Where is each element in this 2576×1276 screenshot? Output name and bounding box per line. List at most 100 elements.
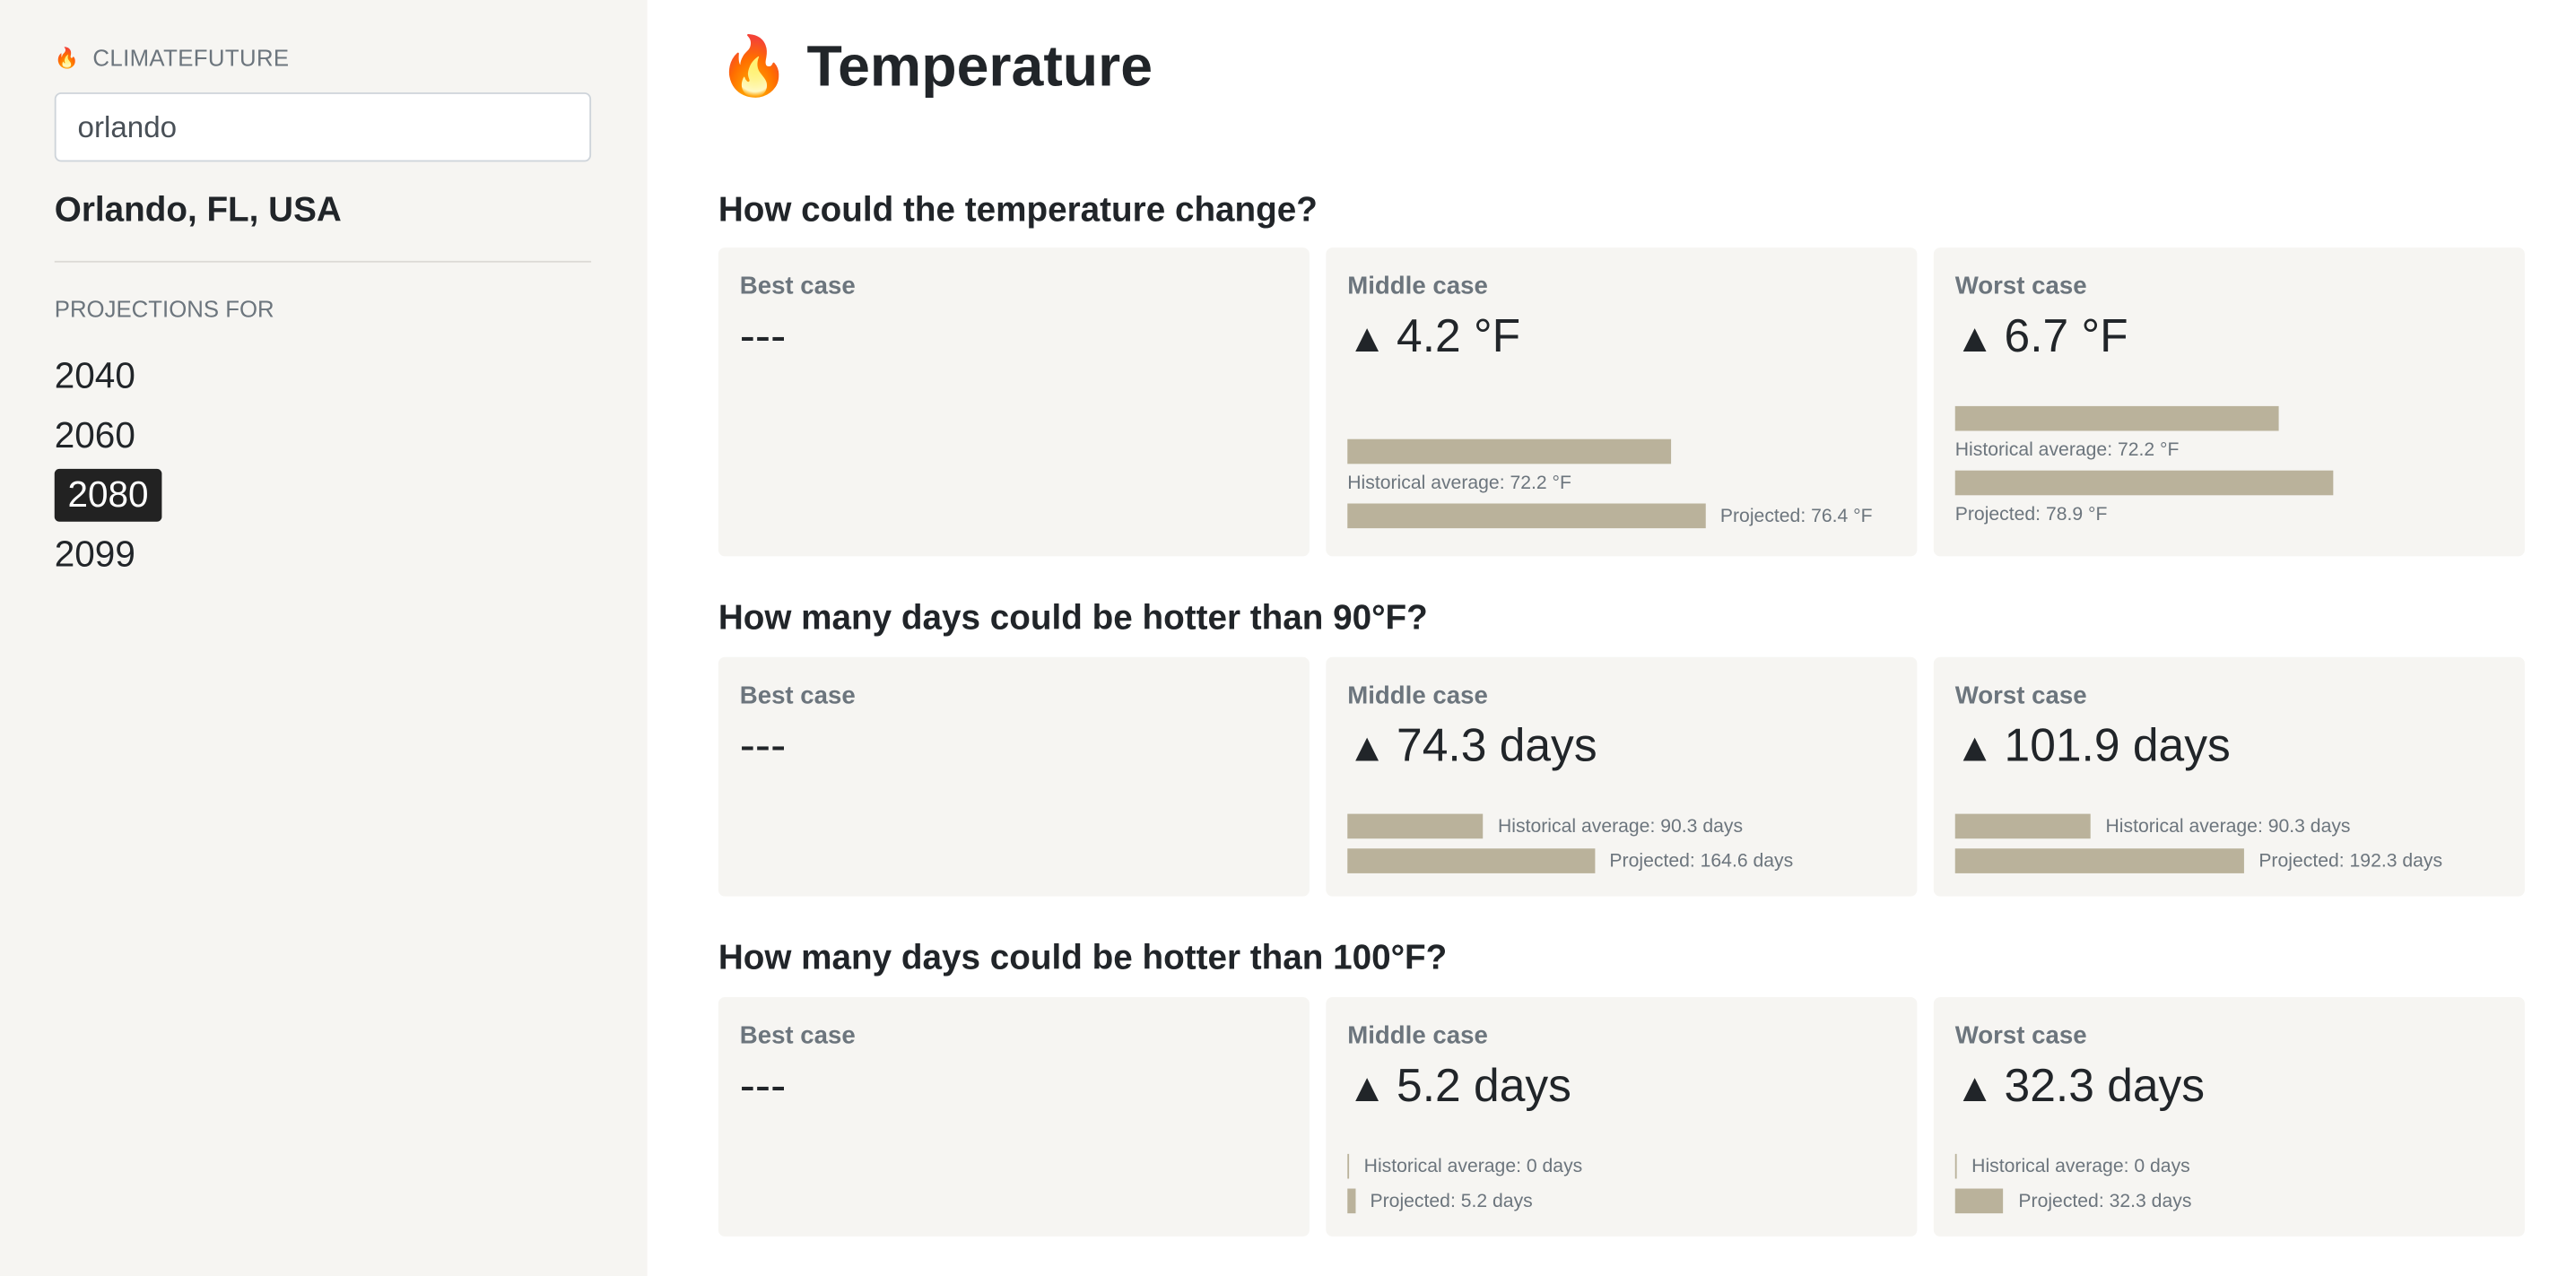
historical-bar [1347, 1153, 1350, 1179]
year-list: 2040 2060 2080 2099 [54, 350, 162, 581]
historical-bar [1954, 1153, 1957, 1179]
projected-bar [1954, 1188, 2004, 1214]
projected-label: Projected: 164.6 days [1609, 851, 1794, 872]
case-value: ▲ 4.2 °F [1347, 310, 1520, 363]
worst-case-card: Worst case ▲ 101.9 days Historical average:… [1933, 656, 2525, 897]
comparison-bars: Historical average: 72.2 °F Projected: 76… [1347, 438, 1895, 529]
comparison-bars: Historical average: 0 days Projected: 5.2… [1347, 1153, 1895, 1214]
case-label: Middle case [1347, 681, 1488, 710]
increase-triangle-icon: ▲ [1347, 1066, 1388, 1111]
divider [54, 260, 592, 263]
year-item-2099[interactable]: 2099 [55, 528, 135, 581]
projected-bar [1954, 470, 2334, 496]
case-label: Best case [739, 681, 856, 710]
case-row-days-above-100: Best case --- Middle case ▲ 5.2 days Historic… [718, 996, 2525, 1237]
year-item-2060[interactable]: 2060 [55, 410, 135, 463]
fire-icon: 🔥 [718, 34, 791, 100]
projected-bar [1954, 848, 2244, 873]
projected-label: Projected: 5.2 days [1370, 1191, 1533, 1211]
case-value-text: 101.9 days [2004, 719, 2231, 771]
projections-label: PROJECTIONS FOR [54, 295, 274, 322]
brand-name: CLIMATEFUTURE [92, 44, 290, 72]
case-label: Middle case [1347, 1021, 1488, 1050]
year-item-2040[interactable]: 2040 [55, 350, 135, 403]
projected-bar-row: Projected: 32.3 days [1954, 1188, 2503, 1214]
case-value-text: 6.7 °F [2004, 310, 2128, 362]
projected-bar-row: Projected: 164.6 days [1347, 848, 1895, 873]
page-title: 🔥 Temperature [718, 33, 1153, 100]
projected-bar-row: Projected: 5.2 days [1347, 1188, 1895, 1214]
case-value-text: 32.3 days [2004, 1059, 2206, 1111]
best-case-card: Best case --- [718, 996, 1310, 1237]
historical-label: Historical average: 72.2 °F [1347, 473, 1571, 494]
historical-label: Historical average: 90.3 days [2105, 816, 2351, 837]
case-label: Best case [739, 272, 856, 301]
location-name: Orlando, FL, USA [54, 191, 342, 230]
middle-case-card: Middle case ▲ 74.3 days Historical average:… [1326, 656, 1918, 897]
case-label: Worst case [1954, 1021, 2087, 1050]
projected-label: Projected: 78.9 °F [1954, 505, 2108, 525]
case-value: --- [740, 310, 787, 363]
page-title-text: Temperature [806, 33, 1153, 99]
historical-bar-row [1954, 405, 2503, 431]
increase-triangle-icon: ▲ [1347, 726, 1388, 771]
section-heading-temperature-change: How could the temperature change? [718, 191, 1318, 230]
best-case-card: Best case --- [718, 247, 1310, 557]
case-value-text: --- [739, 719, 787, 771]
case-value: ▲ 74.3 days [1347, 720, 1597, 773]
comparison-bars: Historical average: 72.2 °F Projected: 78… [1954, 405, 2503, 535]
historical-label: Historical average: 72.2 °F [1954, 440, 2180, 461]
case-label: Middle case [1347, 272, 1488, 301]
comparison-bars: Historical average: 90.3 days Projected: … [1347, 813, 1895, 873]
increase-triangle-icon: ▲ [1954, 726, 1995, 771]
section-heading-days-above-90: How many days could be hotter than 90°F? [718, 599, 1428, 638]
increase-triangle-icon: ▲ [1954, 1066, 1995, 1111]
historical-bar-row: Historical average: 0 days [1347, 1153, 1895, 1179]
location-search-input[interactable] [54, 92, 592, 162]
case-value-text: 5.2 days [1397, 1059, 1571, 1111]
historical-label: Historical average: 0 days [1363, 1156, 1583, 1176]
comparison-bars: Historical average: 0 days Projected: 32.… [1954, 1153, 2503, 1214]
projected-label: Projected: 32.3 days [2018, 1191, 2192, 1211]
projected-bar-row: Projected: 192.3 days [1954, 848, 2503, 873]
app-root: 🔥 CLIMATEFUTURE Orlando, FL, USA PROJECT… [0, 0, 2576, 1276]
projected-bar-row [1954, 470, 2503, 496]
case-row-temperature-change: Best case --- Middle case ▲ 4.2 °F Historical… [718, 247, 2525, 557]
case-value: ▲ 6.7 °F [1955, 310, 2128, 363]
projected-bar [1347, 848, 1595, 873]
worst-case-card: Worst case ▲ 6.7 °F Historical average: 72.… [1933, 247, 2525, 557]
historical-bar [1954, 813, 2091, 839]
fire-icon: 🔥 [54, 46, 80, 70]
section-heading-days-above-100: How many days could be hotter than 100°F… [718, 939, 1448, 977]
case-label: Worst case [1954, 681, 2087, 710]
increase-triangle-icon: ▲ [1954, 317, 1995, 362]
worst-case-card: Worst case ▲ 32.3 days Historical average: … [1933, 996, 2525, 1237]
projected-bar-row: Projected: 76.4 °F [1347, 503, 1895, 529]
case-value: --- [740, 720, 787, 773]
year-item-2080[interactable]: 2080 [54, 468, 162, 522]
projected-bar [1347, 1188, 1355, 1214]
projected-label: Projected: 192.3 days [2258, 851, 2443, 872]
historical-label: Historical average: 90.3 days [1498, 816, 1744, 837]
case-label: Best case [739, 1021, 856, 1050]
historical-bar [1954, 405, 2280, 431]
case-value: ▲ 32.3 days [1955, 1060, 2205, 1113]
comparison-bars: Historical average: 90.3 days Projected: … [1954, 813, 2503, 873]
brand[interactable]: 🔥 CLIMATEFUTURE [55, 45, 290, 71]
case-value: ▲ 101.9 days [1955, 720, 2231, 773]
projected-label: Projected: 76.4 °F [1719, 506, 1873, 526]
historical-bar-row: Historical average: 90.3 days [1347, 813, 1895, 839]
case-value-text: 4.2 °F [1397, 310, 1521, 362]
case-value: --- [740, 1060, 787, 1113]
historical-label: Historical average: 0 days [1971, 1156, 2190, 1176]
case-value: ▲ 5.2 days [1347, 1060, 1571, 1113]
case-value-text: 74.3 days [1397, 719, 1597, 771]
historical-bar-row [1347, 438, 1895, 464]
increase-triangle-icon: ▲ [1347, 317, 1388, 362]
historical-bar-row: Historical average: 90.3 days [1954, 813, 2503, 839]
case-label: Worst case [1954, 272, 2087, 301]
historical-bar-row: Historical average: 0 days [1954, 1153, 2503, 1179]
middle-case-card: Middle case ▲ 4.2 °F Historical average: 72… [1326, 247, 1918, 557]
historical-bar [1347, 813, 1484, 839]
case-value-text: --- [739, 1059, 787, 1111]
